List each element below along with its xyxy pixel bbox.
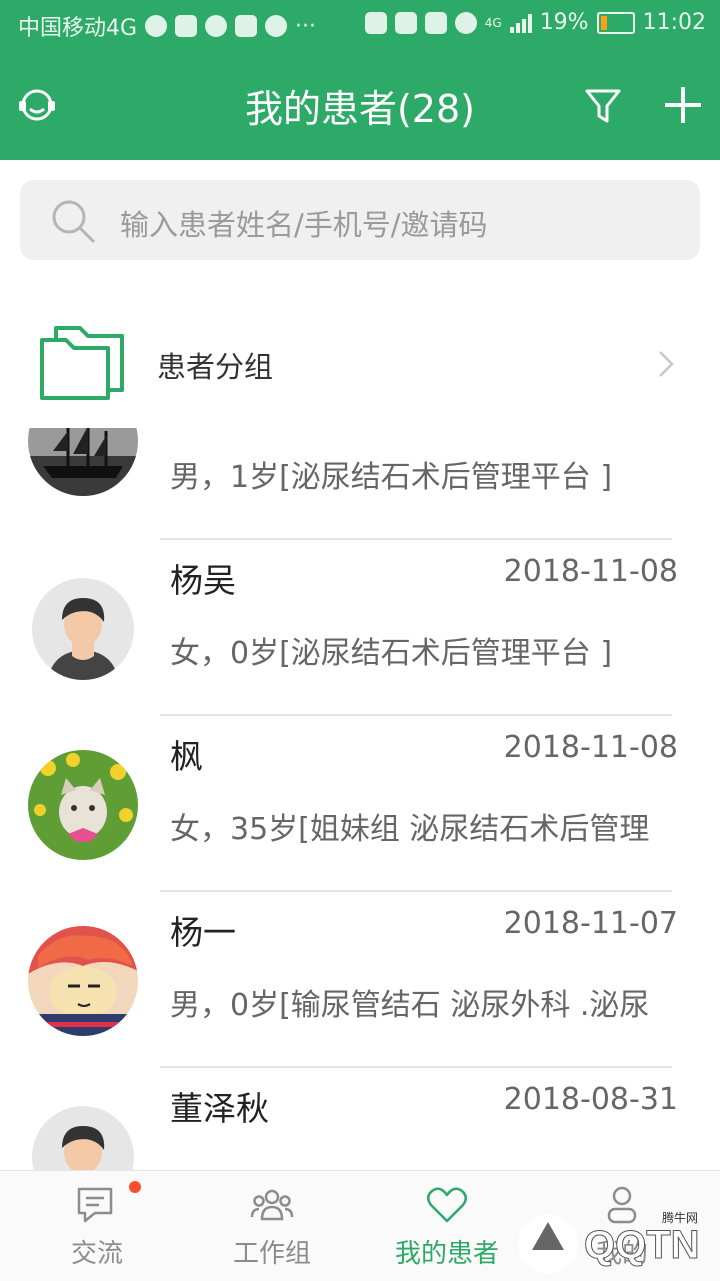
tab-workgroup[interactable]: 工作组 bbox=[182, 1171, 362, 1281]
message-icon bbox=[265, 15, 288, 37]
svg-text:腾牛网: 腾牛网 bbox=[662, 1210, 698, 1225]
cartoon-boy-avatar bbox=[28, 926, 138, 1036]
patient-name: 杨吴 bbox=[170, 561, 236, 600]
signal-icon bbox=[509, 13, 532, 33]
ship-photo bbox=[28, 428, 138, 496]
patient-date: 2018-11-08 bbox=[503, 730, 678, 765]
tab-label: 我的患者 bbox=[394, 1239, 499, 1269]
default-person-avatar bbox=[48, 598, 118, 680]
patient-list: 男，1岁[泌尿结石术后管理平台 ] 杨吴 2018-11-08 女，0岁[泌尿结… bbox=[0, 428, 720, 1170]
add-patient-button[interactable] bbox=[658, 80, 708, 130]
patient-group-row[interactable]: 患者分组 bbox=[0, 300, 720, 428]
battery-icon bbox=[596, 11, 635, 34]
search-input[interactable]: 输入患者姓名/手机号/邀请码 bbox=[120, 202, 488, 244]
nfc-icon bbox=[364, 11, 387, 34]
carrier-label: 中国移动4G bbox=[18, 16, 138, 41]
network-type: 4G bbox=[484, 15, 502, 30]
patient-row[interactable]: 董泽秋 2018-08-31 bbox=[0, 1068, 720, 1170]
vibrate-icon bbox=[394, 11, 417, 34]
patient-info: 男，0岁[输尿管结石 泌尿外科 .泌尿 bbox=[170, 988, 650, 1023]
hd-icon bbox=[424, 11, 447, 34]
plus-icon bbox=[665, 87, 701, 123]
chat-icon bbox=[77, 1187, 113, 1223]
eye-comfort-icon bbox=[454, 11, 477, 34]
doctor-app-icon bbox=[205, 15, 228, 37]
missed-call-icon bbox=[235, 15, 258, 37]
battery-percent: 19% bbox=[539, 10, 589, 35]
patient-group-label: 患者分组 bbox=[157, 350, 274, 384]
tab-chat[interactable]: 交流 bbox=[7, 1171, 187, 1281]
folder-icon bbox=[40, 326, 124, 400]
patient-row[interactable]: 枫 2018-11-08 女，35岁[姐妹组 泌尿结石术后管理 bbox=[0, 716, 720, 892]
tab-my-patients[interactable]: 我的患者 bbox=[357, 1171, 537, 1281]
patient-row[interactable]: 杨一 2018-11-07 男，0岁[输尿管结石 泌尿外科 .泌尿 bbox=[0, 892, 720, 1068]
avatar bbox=[28, 428, 138, 496]
search-icon bbox=[52, 200, 96, 244]
watermark-logo: QQTN 腾牛网 bbox=[518, 1210, 700, 1274]
patient-name: 董泽秋 bbox=[170, 1089, 269, 1128]
heart-icon bbox=[427, 1187, 467, 1223]
patient-row[interactable]: 杨吴 2018-11-08 女，0岁[泌尿结石术后管理平台 ] bbox=[0, 540, 720, 716]
avatar bbox=[32, 578, 134, 680]
svg-text:QQTN: QQTN bbox=[584, 1223, 700, 1267]
notification-dot bbox=[129, 1181, 141, 1193]
patient-date: 2018-11-07 bbox=[503, 906, 678, 941]
app-header: 我的患者(28) bbox=[0, 50, 720, 160]
filter-icon bbox=[585, 89, 621, 123]
avatar bbox=[28, 750, 138, 860]
patient-info: 男，1岁[泌尿结石术后管理平台 ] bbox=[170, 460, 613, 495]
default-person-avatar bbox=[62, 1126, 105, 1170]
avatar bbox=[28, 926, 138, 1036]
more-notifications: ··· bbox=[295, 13, 317, 39]
app-icon bbox=[175, 15, 198, 37]
filter-button[interactable] bbox=[578, 80, 628, 130]
patient-info: 女，35岁[姐妹组 泌尿结石术后管理 bbox=[170, 812, 650, 847]
clock: 11:02 bbox=[642, 10, 706, 35]
tab-label: 工作组 bbox=[232, 1239, 311, 1269]
tab-label: 交流 bbox=[70, 1239, 123, 1269]
wechat-icon bbox=[145, 15, 168, 37]
patient-date: 2018-08-31 bbox=[503, 1082, 678, 1117]
patient-name: 杨一 bbox=[170, 913, 236, 952]
cat-photo bbox=[28, 750, 138, 860]
patient-info: 女，0岁[泌尿结石术后管理平台 ] bbox=[170, 636, 613, 671]
chevron-right-icon bbox=[659, 351, 674, 377]
search-bar[interactable]: 输入患者姓名/手机号/邀请码 bbox=[20, 180, 700, 260]
patient-name: 枫 bbox=[170, 737, 203, 776]
group-icon bbox=[250, 1189, 294, 1221]
avatar bbox=[32, 1106, 134, 1170]
status-bar: 中国移动4G ··· 4G 19% 11:02 bbox=[0, 0, 720, 50]
patient-date: 2018-11-08 bbox=[503, 554, 678, 589]
patient-row[interactable]: 男，1岁[泌尿结石术后管理平台 ] bbox=[0, 428, 720, 540]
